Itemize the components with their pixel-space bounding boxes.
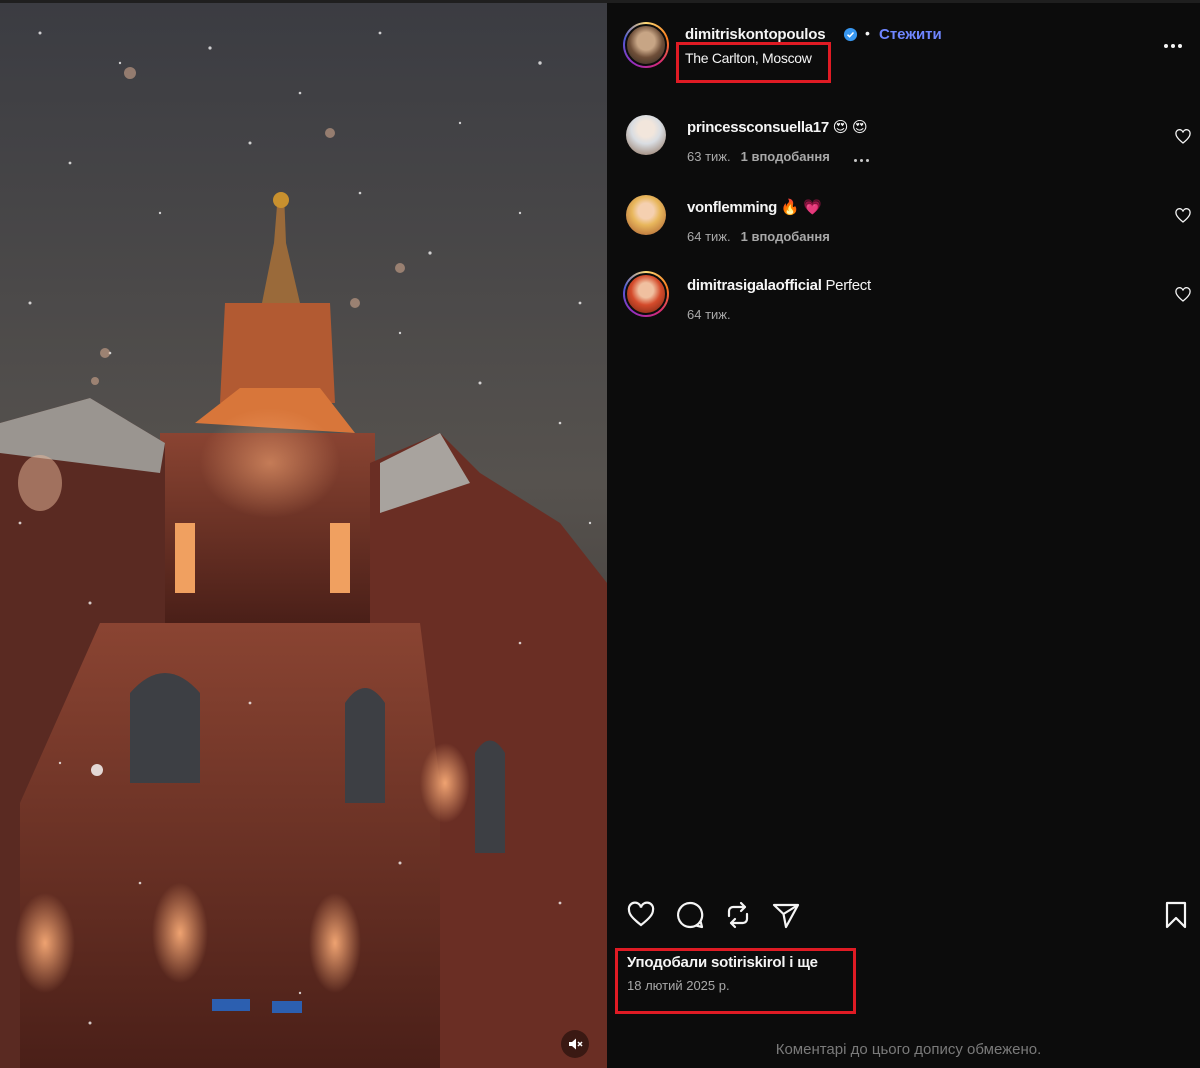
comment-like-heart-icon[interactable] — [1175, 208, 1191, 224]
comment-like-heart-icon[interactable] — [1175, 129, 1191, 145]
verified-badge-icon — [843, 27, 858, 42]
comment-likes[interactable]: 1 вподобання — [741, 229, 830, 244]
more-options-button[interactable] — [1164, 35, 1186, 48]
comment-author[interactable]: dimitrasigalaofficial Perfect — [687, 277, 871, 294]
post-header: dimitriskontopoulos • Стежити The Carlto… — [607, 3, 1200, 83]
commenter-avatar[interactable] — [626, 195, 666, 235]
comment-meta: 64 тиж. — [687, 307, 741, 322]
comment-text: 😍 😍 — [832, 119, 868, 136]
likes-summary[interactable]: Уподобали sotiriskirol і ще — [627, 954, 818, 971]
comment-author[interactable]: princessconsuella17 😍 😍 — [687, 118, 868, 136]
mute-button[interactable] — [561, 1030, 589, 1058]
comment-text: Perfect — [825, 277, 871, 294]
comment-text: 🔥 💗 — [780, 199, 822, 216]
comment-like-heart-icon[interactable] — [1175, 287, 1191, 303]
send-icon[interactable] — [771, 900, 801, 930]
liker-username[interactable]: sotiriskirol — [711, 954, 785, 971]
comment-meta: 63 тиж. 1 вподобання — [687, 149, 882, 165]
repost-icon[interactable] — [723, 900, 753, 930]
comment-item: vonflemming 🔥 💗 64 тиж. 1 вподобання — [607, 193, 1200, 253]
post-media[interactable] — [0, 3, 607, 1068]
comments-limited-notice: Коментарі до цього допису обмежено. — [775, 1041, 1042, 1058]
more-horizontal-icon — [1164, 44, 1168, 48]
comment-age: 64 тиж. — [687, 307, 731, 322]
commenter-avatar[interactable] — [626, 115, 666, 155]
comment-age: 63 тиж. — [687, 149, 731, 164]
header-separator: • — [865, 25, 870, 41]
comment-age: 64 тиж. — [687, 229, 731, 244]
commenter-avatar[interactable] — [623, 271, 669, 317]
comment-item: dimitrasigalaofficial Perfect 64 тиж. — [607, 271, 1200, 331]
bookmark-icon[interactable] — [1161, 900, 1191, 930]
comment-item: princessconsuella17 😍 😍 63 тиж. 1 вподоба… — [607, 113, 1200, 173]
comment-meta: 64 тиж. 1 вподобання — [687, 229, 840, 244]
post-location[interactable]: The Carlton, Moscow — [685, 50, 812, 66]
author-avatar[interactable] — [623, 22, 669, 68]
comment-author[interactable]: vonflemming 🔥 💗 — [687, 198, 822, 216]
post-image — [0, 3, 607, 1068]
heart-icon[interactable] — [626, 900, 656, 930]
post-side-panel: dimitriskontopoulos • Стежити The Carlto… — [607, 3, 1200, 1068]
author-username[interactable]: dimitriskontopoulos — [685, 26, 826, 43]
comment-likes[interactable]: 1 вподобання — [741, 149, 830, 164]
comment-more-icon[interactable] — [853, 150, 872, 165]
follow-button[interactable]: Стежити — [879, 26, 942, 43]
comment-icon[interactable] — [675, 900, 705, 930]
post-action-bar — [607, 900, 1200, 936]
speaker-muted-icon — [569, 1038, 583, 1050]
post-date[interactable]: 18 лютий 2025 р. — [627, 978, 730, 993]
